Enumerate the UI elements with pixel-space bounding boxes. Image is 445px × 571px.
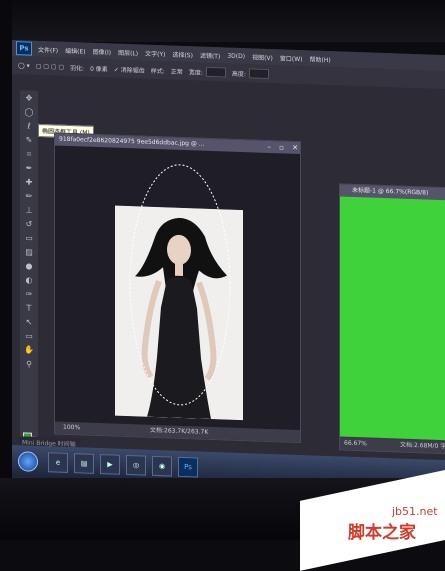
green-canvas[interactable] <box>340 196 445 441</box>
browser-icon[interactable]: ◉ <box>152 455 172 477</box>
eyedropper-icon[interactable]: ✒ <box>24 163 34 173</box>
width-label: 宽度: <box>188 68 203 77</box>
blur-tool-icon[interactable]: ● <box>24 261 34 271</box>
tools-panel: ✥ ◯ ℓ ✎ ⌗ ✒ ✚ ✏ ⊥ ↺ ▭ ▤ ● ◐ ✑ T ↖ ▭ ✋ ⚲ <box>20 90 38 451</box>
document-zoom[interactable]: 100% <box>63 422 80 435</box>
maximize-icon[interactable]: ▫ <box>279 143 284 151</box>
menu-select[interactable]: 选择(S) <box>172 49 193 59</box>
app-icon[interactable]: ◎ <box>126 454 146 476</box>
menu-view[interactable]: 视图(V) <box>252 52 273 62</box>
menu-type[interactable]: 文字(Y) <box>145 48 165 58</box>
menu-filter[interactable]: 滤镜(T) <box>200 50 220 60</box>
menu-edit[interactable]: 编辑(E) <box>65 45 85 55</box>
hand-tool-icon[interactable]: ✋ <box>24 345 34 355</box>
type-tool-icon[interactable]: T <box>24 303 34 313</box>
green-document-window: 未标题-1 @ 66.7%(RGB/8) 66.67% 文档:2.68M/0 字… <box>339 183 445 455</box>
watermark-url: jb51.net <box>392 505 438 518</box>
green-document-zoom[interactable]: 66.67% <box>344 438 367 451</box>
minimize-icon[interactable]: – <box>267 143 271 151</box>
monitor-bezel-left <box>0 0 12 540</box>
style-label: 样式: <box>150 67 165 75</box>
photoshop-task-icon[interactable]: Ps <box>178 456 198 478</box>
height-label: 高度: <box>231 70 246 78</box>
document-window: 918fa0ecf2e8620824975 9ee5d6ddbac.jpg @ … <box>54 132 301 444</box>
height-input[interactable] <box>248 68 269 79</box>
menu-file[interactable]: 文件(F) <box>38 44 58 54</box>
start-button[interactable] <box>18 451 38 472</box>
history-brush-icon[interactable]: ↺ <box>24 219 34 229</box>
monitor-bezel-top <box>0 0 445 42</box>
feather-value[interactable]: 0 像素 <box>90 63 108 73</box>
menu-help[interactable]: 帮助(H) <box>310 54 331 64</box>
marquee-tool-icon[interactable]: ◯ ▾ <box>18 62 30 69</box>
path-select-icon[interactable]: ↖ <box>24 317 34 327</box>
lasso-tool-icon[interactable]: ℓ <box>24 121 34 131</box>
style-select[interactable]: 正常 <box>171 66 183 75</box>
green-document-title: 未标题-1 @ 66.7%(RGB/8) <box>352 186 429 197</box>
antialias-label: 消除锯齿 <box>120 66 145 75</box>
photoshop-screen: Ps 文件(F) 编辑(E) 图像(I) 图层(L) 文字(Y) 选择(S) 滤… <box>12 40 445 496</box>
move-tool-icon[interactable]: ✥ <box>24 93 34 103</box>
shape-tool-icon[interactable]: ▭ <box>24 331 34 341</box>
green-status-bar: 66.67% 文档:2.68M/0 字节 <box>340 437 445 454</box>
antialias-checkbox[interactable]: ✓ 消除锯齿 <box>114 64 145 74</box>
green-document-info: 文档:2.68M/0 字节 <box>400 441 445 451</box>
dodge-tool-icon[interactable]: ◐ <box>24 275 34 285</box>
stamp-tool-icon[interactable]: ⊥ <box>24 205 34 215</box>
gradient-tool-icon[interactable]: ▤ <box>24 247 34 257</box>
menu-image[interactable]: 图像(I) <box>93 46 111 56</box>
eraser-tool-icon[interactable]: ▭ <box>24 233 34 243</box>
quick-select-icon[interactable]: ✎ <box>24 135 34 145</box>
explorer-icon[interactable]: ▤ <box>74 453 94 474</box>
ps-logo-icon: Ps <box>16 41 32 56</box>
healing-brush-icon[interactable]: ✚ <box>24 177 34 187</box>
zoom-tool-icon[interactable]: ⚲ <box>24 359 34 369</box>
ie-icon[interactable]: e <box>48 452 68 473</box>
elliptical-marquee-icon[interactable]: ◯ <box>24 107 34 117</box>
media-player-icon[interactable]: ▶ <box>100 454 120 475</box>
crop-tool-icon[interactable]: ⌗ <box>24 149 34 159</box>
document-info: 文档:263.7K/263.7K <box>150 426 209 436</box>
pen-tool-icon[interactable]: ✑ <box>24 289 34 299</box>
menu-layer[interactable]: 图层(L) <box>118 47 138 57</box>
elliptical-selection-marquee <box>129 164 231 406</box>
watermark-name: 脚本之家 <box>348 523 416 543</box>
brush-tool-icon[interactable]: ✏ <box>24 191 34 201</box>
menu-3d[interactable]: 3D(D) <box>227 52 245 60</box>
menu-window[interactable]: 窗口(W) <box>280 53 303 63</box>
selection-mode-icons[interactable]: ▢ ▢ ▢ ▢ <box>36 62 64 70</box>
width-input[interactable] <box>205 66 226 78</box>
feather-label: 羽化: <box>70 64 85 73</box>
close-icon[interactable]: ✕ <box>292 144 298 152</box>
